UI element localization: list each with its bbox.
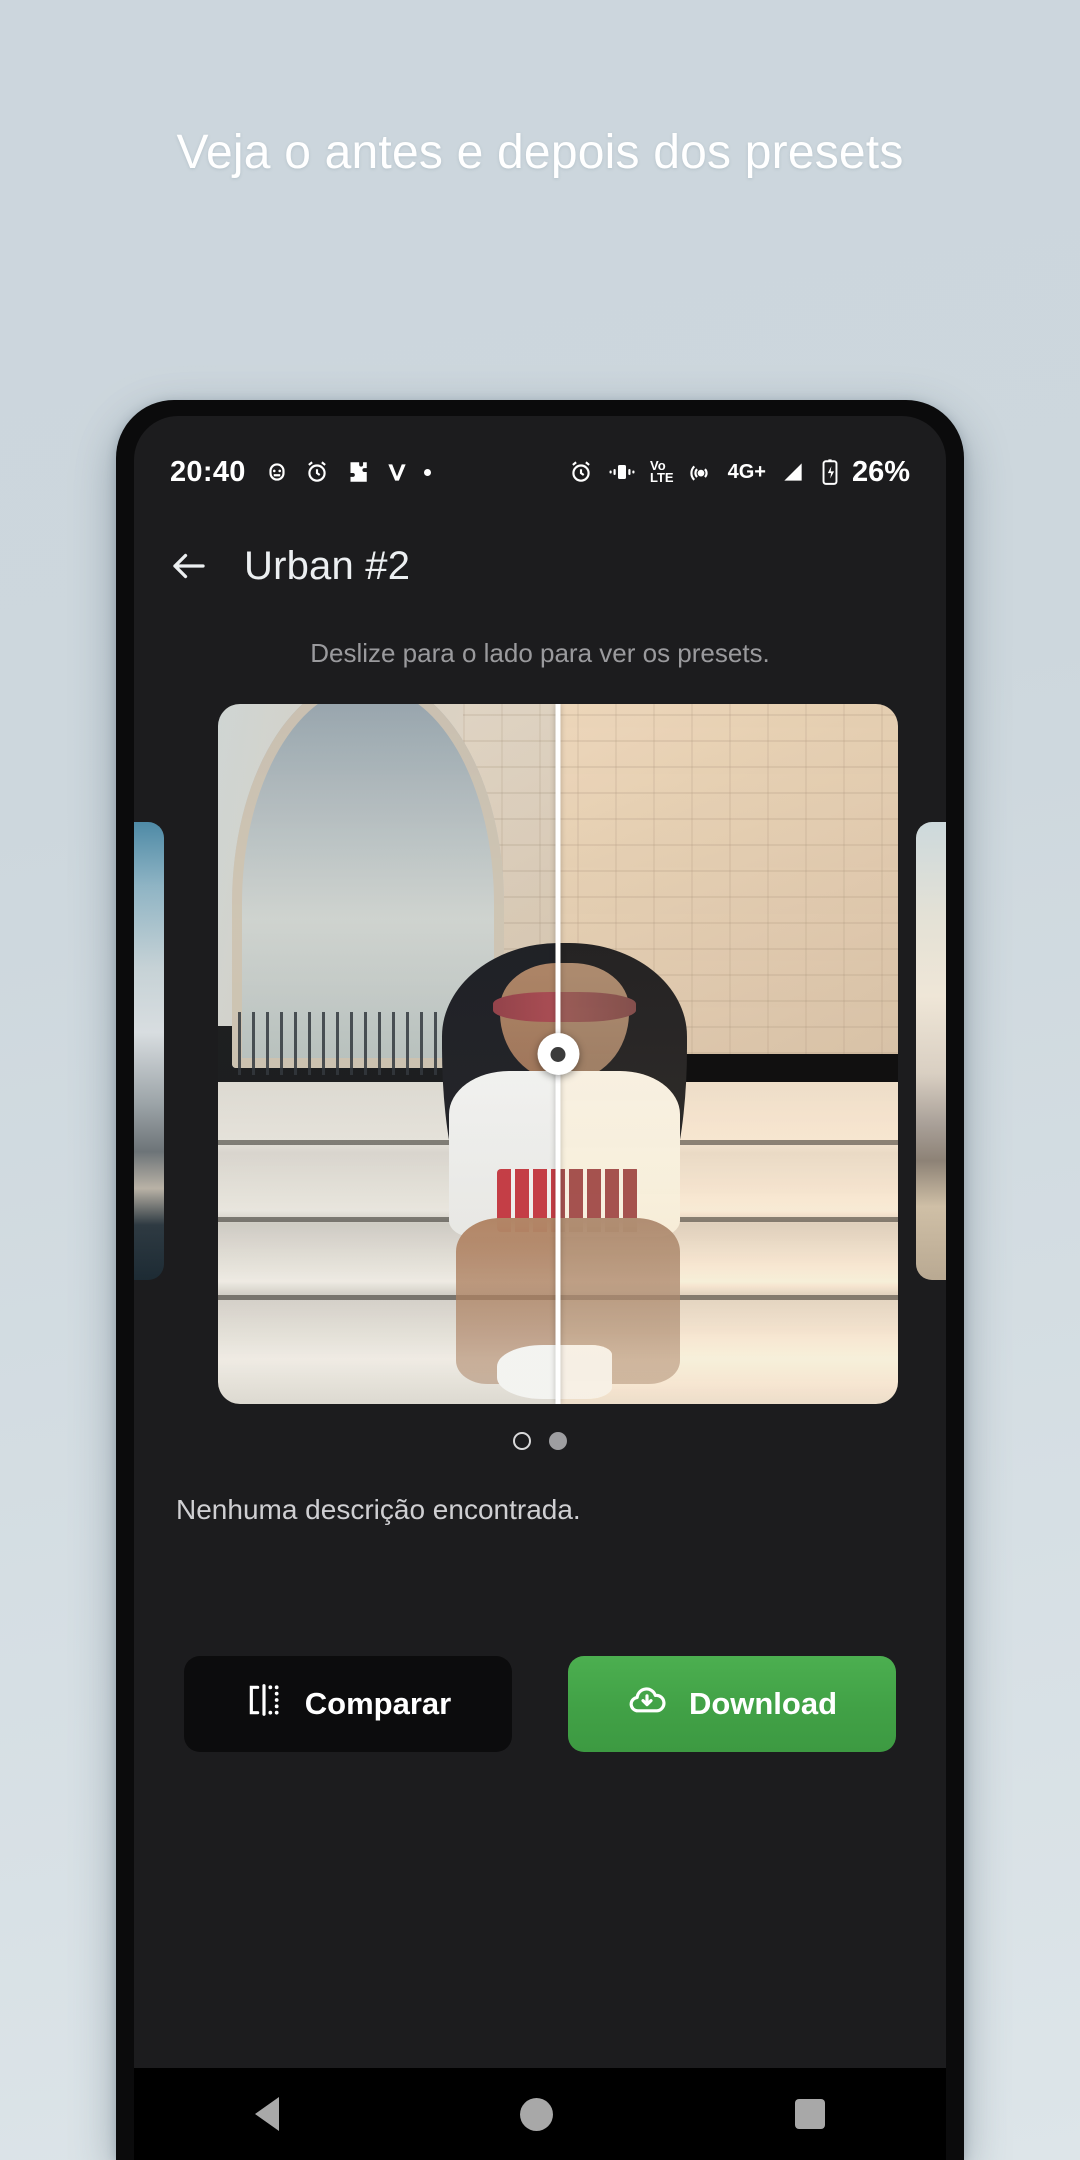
page-title: Veja o antes e depois dos presets xyxy=(176,126,904,179)
status-bar-right: Vo LTE 4G+ 26% xyxy=(568,456,910,489)
nav-home-icon[interactable] xyxy=(520,2097,554,2131)
volte-bottom-label: LTE xyxy=(650,470,674,485)
carousel-peek-next[interactable] xyxy=(916,822,946,1280)
status-clock: 20:40 xyxy=(170,455,246,488)
vibrate-icon xyxy=(608,459,636,485)
carousel-peek-previous[interactable] xyxy=(134,822,164,1280)
volte-icon: Vo LTE xyxy=(650,459,674,485)
compare-button-label: Comparar xyxy=(304,1686,452,1721)
download-button-label: Download xyxy=(688,1686,838,1721)
pagination-dot-1[interactable] xyxy=(513,1432,531,1450)
cloud-download-icon xyxy=(627,1680,667,1728)
network-4gplus-icon: 4G+ xyxy=(727,460,766,483)
android-navigation-bar xyxy=(134,2068,946,2160)
preset-description: Nenhuma descrição encontrada. xyxy=(176,1494,581,1525)
download-button[interactable]: Download xyxy=(568,1656,896,1752)
compare-button[interactable]: Comparar xyxy=(184,1656,512,1752)
status-bar: 20:40 Vo LTE 4G+ 26% xyxy=(134,450,946,494)
status-bar-left: 20:40 xyxy=(170,456,431,489)
arrow-left-icon[interactable] xyxy=(168,545,210,587)
peek-preview-image-previous xyxy=(134,822,164,1280)
dot-icon xyxy=(423,468,431,476)
usb-icon xyxy=(264,459,290,485)
nav-recents-icon[interactable] xyxy=(795,2099,826,2129)
carousel-pagination xyxy=(134,1432,946,1450)
v-app-icon xyxy=(384,459,410,485)
after-image-half xyxy=(558,704,898,1404)
nav-back-icon[interactable] xyxy=(254,2097,279,2131)
signal-icon xyxy=(780,459,806,485)
phone-mockup: 20:40 Vo LTE 4G+ 26% Urban #2 Deslize pa… xyxy=(116,400,964,2160)
preset-carousel[interactable] xyxy=(134,704,946,1404)
comparison-slider-handle[interactable] xyxy=(537,1033,579,1075)
hotspot-icon xyxy=(688,459,714,485)
battery-charging-icon xyxy=(820,458,840,486)
swipe-hint: Deslize para o lado para ver os presets. xyxy=(310,638,770,668)
comparison-divider[interactable] xyxy=(537,704,579,1404)
preset-title: Urban #2 xyxy=(244,543,411,588)
before-image-half xyxy=(218,704,558,1404)
battery-percent-label: 26% xyxy=(851,455,910,488)
alarm-icon xyxy=(304,459,330,485)
phone-screen: 20:40 Vo LTE 4G+ 26% Urban #2 Deslize pa… xyxy=(134,416,946,2160)
action-button-row: Comparar Download xyxy=(134,1656,946,1752)
pagination-dot-2[interactable] xyxy=(549,1432,567,1450)
puzzle-icon xyxy=(344,459,370,485)
peek-preview-image-next xyxy=(916,822,946,1280)
compare-split-icon xyxy=(245,1681,283,1727)
before-after-comparison[interactable] xyxy=(218,704,898,1404)
app-bar: Urban #2 xyxy=(134,520,946,612)
alarm-icon xyxy=(568,459,594,485)
